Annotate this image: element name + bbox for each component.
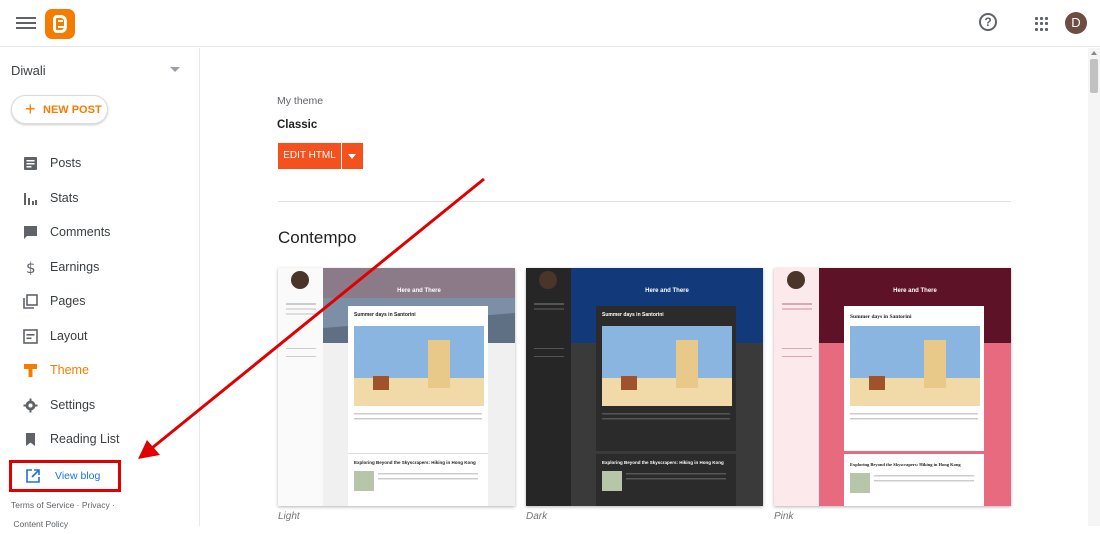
sidebar-item-label: Pages (50, 294, 86, 308)
sidebar-item-stats[interactable]: Stats (0, 183, 199, 213)
post-title-text: Summer days in Santorini (354, 312, 416, 318)
comments-icon (24, 226, 37, 239)
scrollbar-thumb[interactable] (1090, 59, 1098, 93)
help-icon[interactable]: ? (979, 13, 997, 31)
avatar[interactable]: D (1065, 12, 1087, 34)
svg-text:$: $ (26, 260, 36, 275)
new-post-button[interactable]: + NEW POST (11, 95, 108, 124)
sidebar-item-label: Comments (50, 225, 111, 239)
earnings-icon: $ (26, 260, 36, 275)
sidebar-item-theme[interactable]: Theme (0, 355, 199, 385)
apps-grid-icon[interactable] (1035, 17, 1049, 31)
theme-caption-pink: Pink (774, 511, 794, 522)
view-blog-label: View blog (55, 470, 101, 482)
sidebar-item-layout[interactable]: Layout (0, 321, 199, 351)
sidebar-item-posts[interactable]: Posts (0, 148, 199, 178)
sidebar-item-label: Stats (50, 191, 79, 205)
reading-list-icon (26, 433, 35, 446)
theme-icon (24, 364, 37, 377)
hamburger-menu-icon[interactable] (16, 14, 36, 32)
blog-name: Diwali (11, 63, 46, 78)
sidebar-item-reading-list[interactable]: Reading List (0, 424, 199, 454)
posts-icon (24, 157, 37, 170)
theme-thumbnail-pink[interactable]: Here and There Summer days in Santorini … (774, 268, 1011, 506)
external-link-icon (26, 469, 40, 483)
blog-title-text: Here and There (645, 288, 689, 294)
sidebar-item-label: Reading List (50, 432, 120, 446)
layout-icon (23, 329, 38, 344)
new-post-label: NEW POST (43, 104, 102, 116)
theme-thumbnail-dark[interactable]: Here and There Summer days in Santorini … (526, 268, 763, 506)
vertical-scrollbar[interactable] (1088, 48, 1100, 526)
post2-title-text: Exploring Beyond the Skyscrapers: Hiking… (850, 462, 961, 467)
blog-title-text: Here and There (397, 288, 441, 294)
post2-title-text: Exploring Beyond the Skyscrapers: Hiking… (354, 460, 476, 465)
content-policy-link[interactable]: Content Policy (13, 519, 68, 529)
theme-main-panel: My theme Classic EDIT HTML Contempo Here… (201, 48, 1088, 526)
pink-theme-preview: Here and There Summer days in Santorini … (774, 268, 1011, 506)
theme-caption-dark: Dark (526, 511, 548, 522)
sidebar-item-pages[interactable]: Pages (0, 286, 199, 316)
theme-caption-light: Light (278, 511, 300, 522)
section-title: Contempo (278, 228, 357, 247)
footer-links: Terms of Service · Privacy · Content Pol… (11, 500, 115, 529)
sidebar: Diwali + NEW POST Posts Stats Comments $… (0, 48, 200, 529)
edit-html-dropdown-button[interactable] (342, 143, 363, 169)
stats-icon (24, 193, 37, 205)
blog-selector[interactable]: Diwali (11, 62, 186, 80)
privacy-link[interactable]: Privacy (82, 500, 110, 510)
view-blog-link[interactable]: View blog (9, 460, 121, 492)
sidebar-item-earnings[interactable]: $ Earnings (0, 252, 199, 282)
sidebar-item-label: Earnings (50, 260, 100, 274)
sidebar-item-label: Layout (50, 329, 88, 343)
blog-title-text: Here and There (893, 288, 937, 294)
plus-icon: + (25, 99, 36, 119)
edit-html-button[interactable]: EDIT HTML (278, 143, 341, 169)
scroll-up-arrow-icon[interactable] (1091, 51, 1097, 55)
sidebar-item-settings[interactable]: Settings (0, 390, 199, 420)
sidebar-item-label: Posts (50, 156, 82, 170)
sidebar-item-comments[interactable]: Comments (0, 217, 199, 247)
chevron-down-icon (170, 67, 180, 72)
settings-icon (23, 398, 38, 413)
post-title-text: Summer days in Santorini (602, 312, 664, 318)
current-theme-name: Classic (277, 119, 318, 131)
post2-title-text: Exploring Beyond the Skyscrapers: Hiking… (602, 460, 724, 465)
post-title-text: Summer days in Santorini (850, 314, 912, 320)
dark-theme-preview: Here and There Summer days in Santorini … (526, 268, 763, 506)
top-app-bar: ? D (0, 0, 1100, 47)
my-theme-label: My theme (277, 95, 324, 107)
blogger-logo[interactable] (45, 9, 75, 39)
terms-link[interactable]: Terms of Service (11, 500, 74, 510)
theme-thumbnail-light[interactable]: Here and There Summer days in Santorini … (278, 268, 515, 506)
sidebar-item-label: Theme (50, 363, 89, 377)
light-theme-preview: Here and There Summer days in Santorini … (278, 268, 515, 506)
divider (278, 201, 1011, 202)
pages-icon (23, 294, 38, 309)
sidebar-item-label: Settings (50, 398, 96, 412)
